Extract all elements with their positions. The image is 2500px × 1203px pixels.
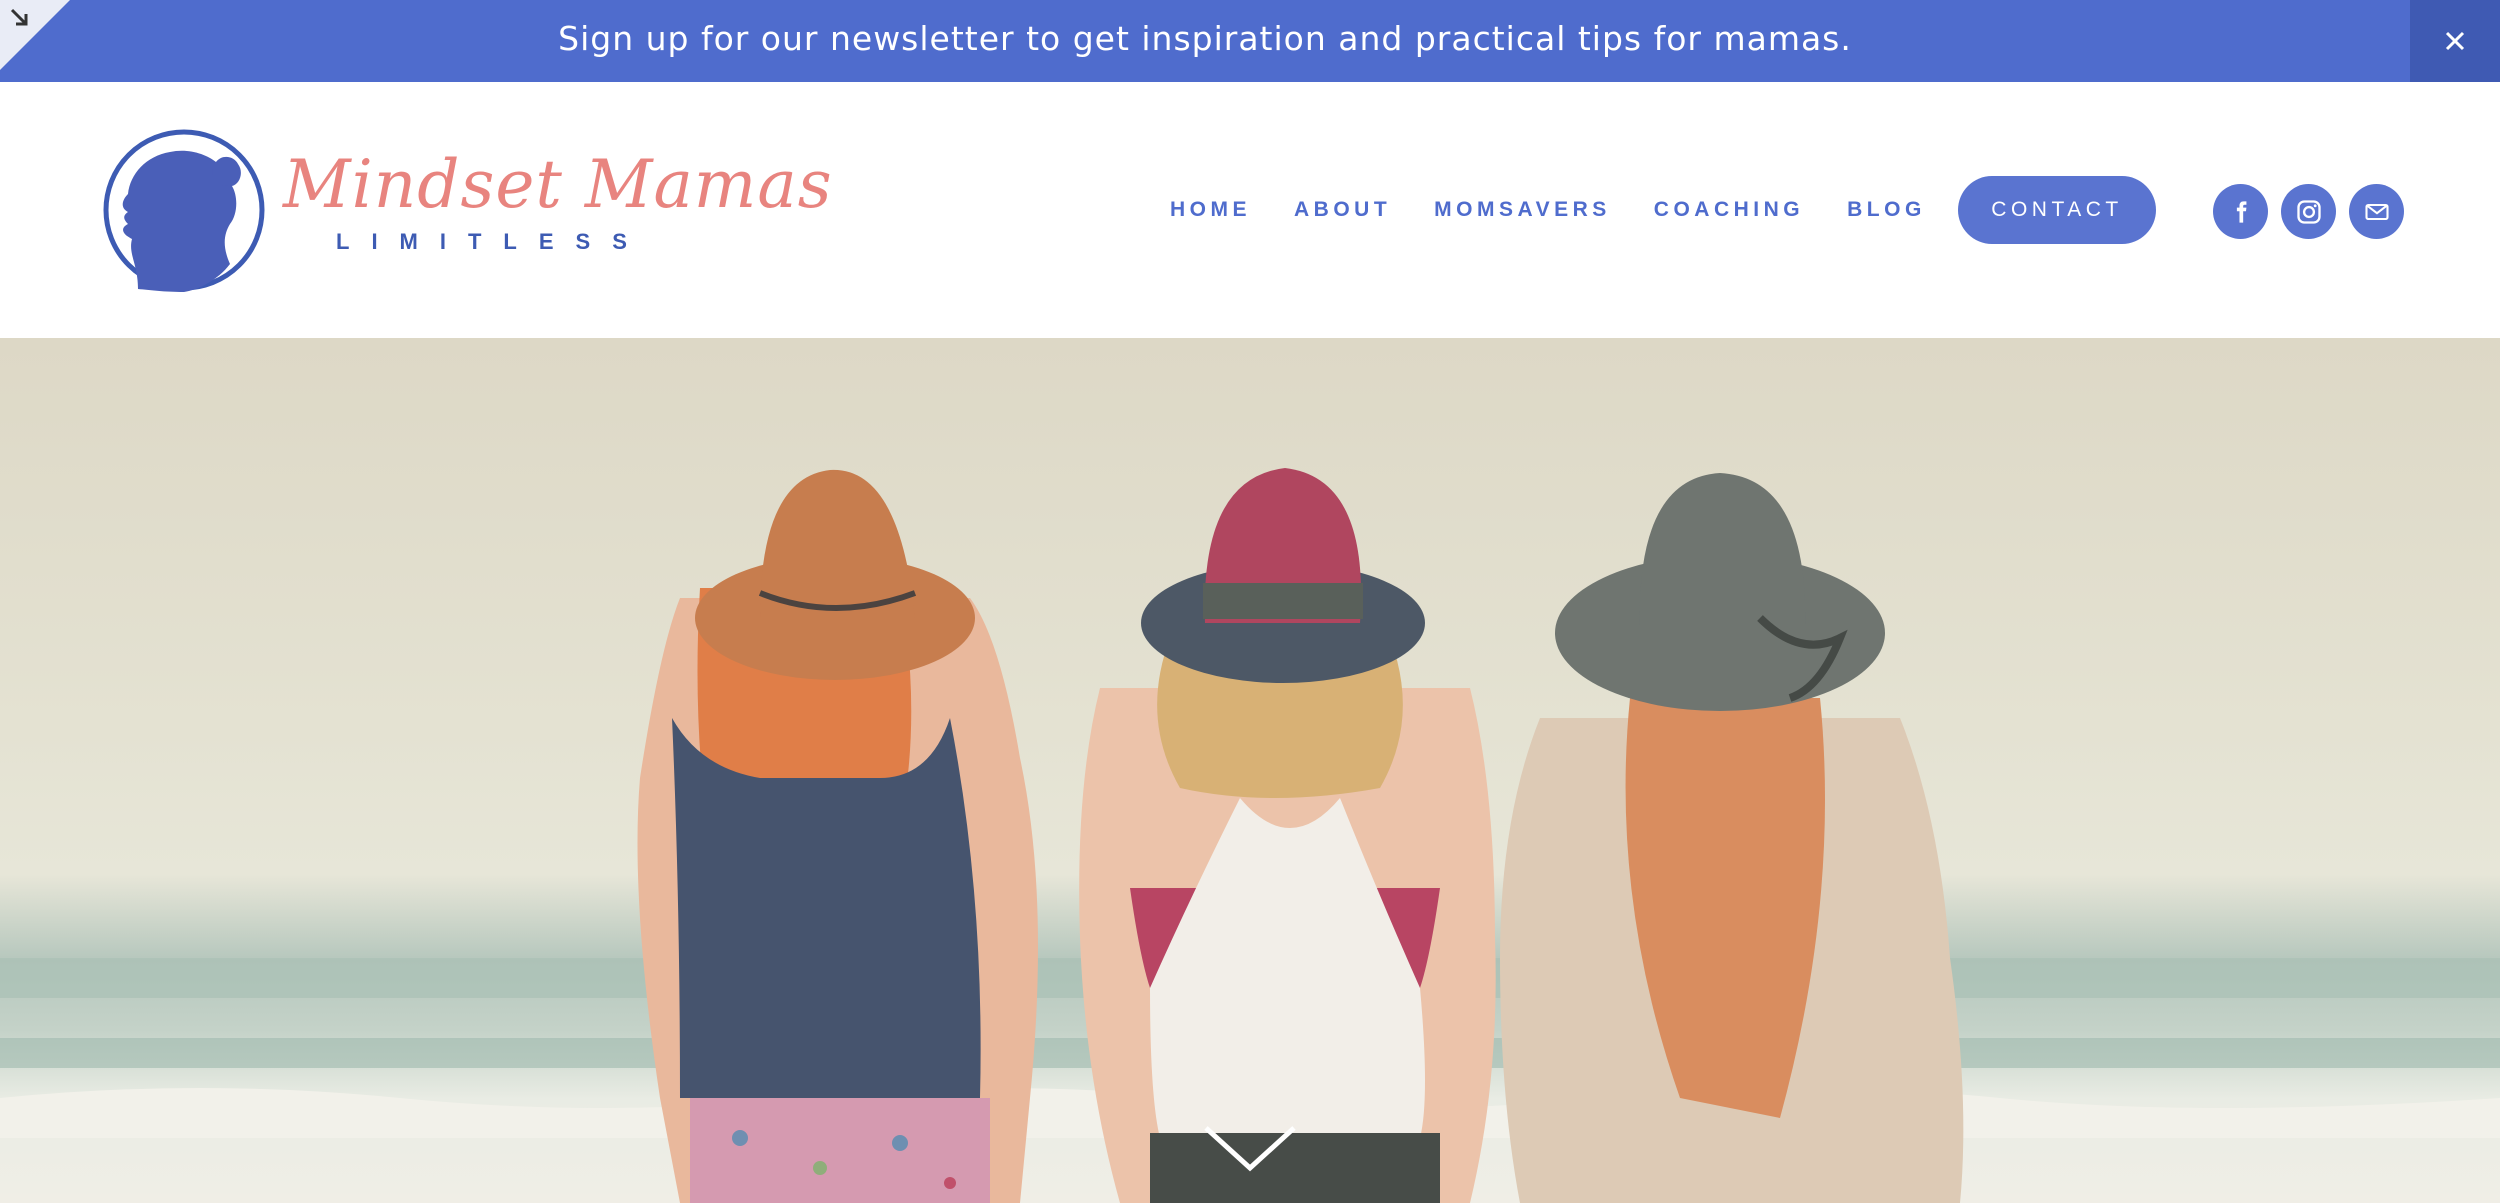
close-announcement-button[interactable]: [2410, 0, 2500, 82]
email-icon: [2364, 203, 2389, 220]
nav-item-momsavers[interactable]: MOMSAVERS: [1434, 198, 1611, 222]
nav-item-about[interactable]: ABOUT: [1294, 198, 1391, 222]
nav-item-home[interactable]: HOME: [1170, 198, 1251, 222]
facebook-icon: [2236, 200, 2246, 223]
beach-scene-illustration: [0, 468, 2500, 1203]
logo-script-text: Mindset Mamas: [283, 146, 833, 223]
instagram-link[interactable]: [2281, 184, 2336, 239]
announcement-bar: Sign up for our newsletter to get inspir…: [0, 0, 2500, 82]
email-link[interactable]: [2349, 184, 2404, 239]
chevron-down-icon[interactable]: [1200, 1120, 1300, 1180]
hero-image: [0, 338, 2500, 1203]
logo-subtitle: LIMITLESS: [336, 229, 649, 254]
site-header: Mindset Mamas LIMITLESS HOME ABOUT MOMSA…: [0, 82, 2500, 338]
woman-silhouette-icon: [103, 129, 265, 292]
instagram-icon: [2296, 199, 2321, 224]
close-icon: [2445, 31, 2465, 51]
main-navigation: HOME ABOUT MOMSAVERS COACHING BLOG: [1170, 82, 1969, 338]
site-logo[interactable]: Mindset Mamas LIMITLESS: [98, 124, 832, 296]
contact-button[interactable]: CONTACT: [1958, 176, 2156, 244]
facebook-link[interactable]: [2213, 184, 2268, 239]
nav-item-blog[interactable]: BLOG: [1847, 198, 1926, 222]
newsletter-message[interactable]: Sign up for our newsletter to get inspir…: [0, 0, 2410, 82]
nav-item-coaching[interactable]: COACHING: [1654, 198, 1804, 222]
